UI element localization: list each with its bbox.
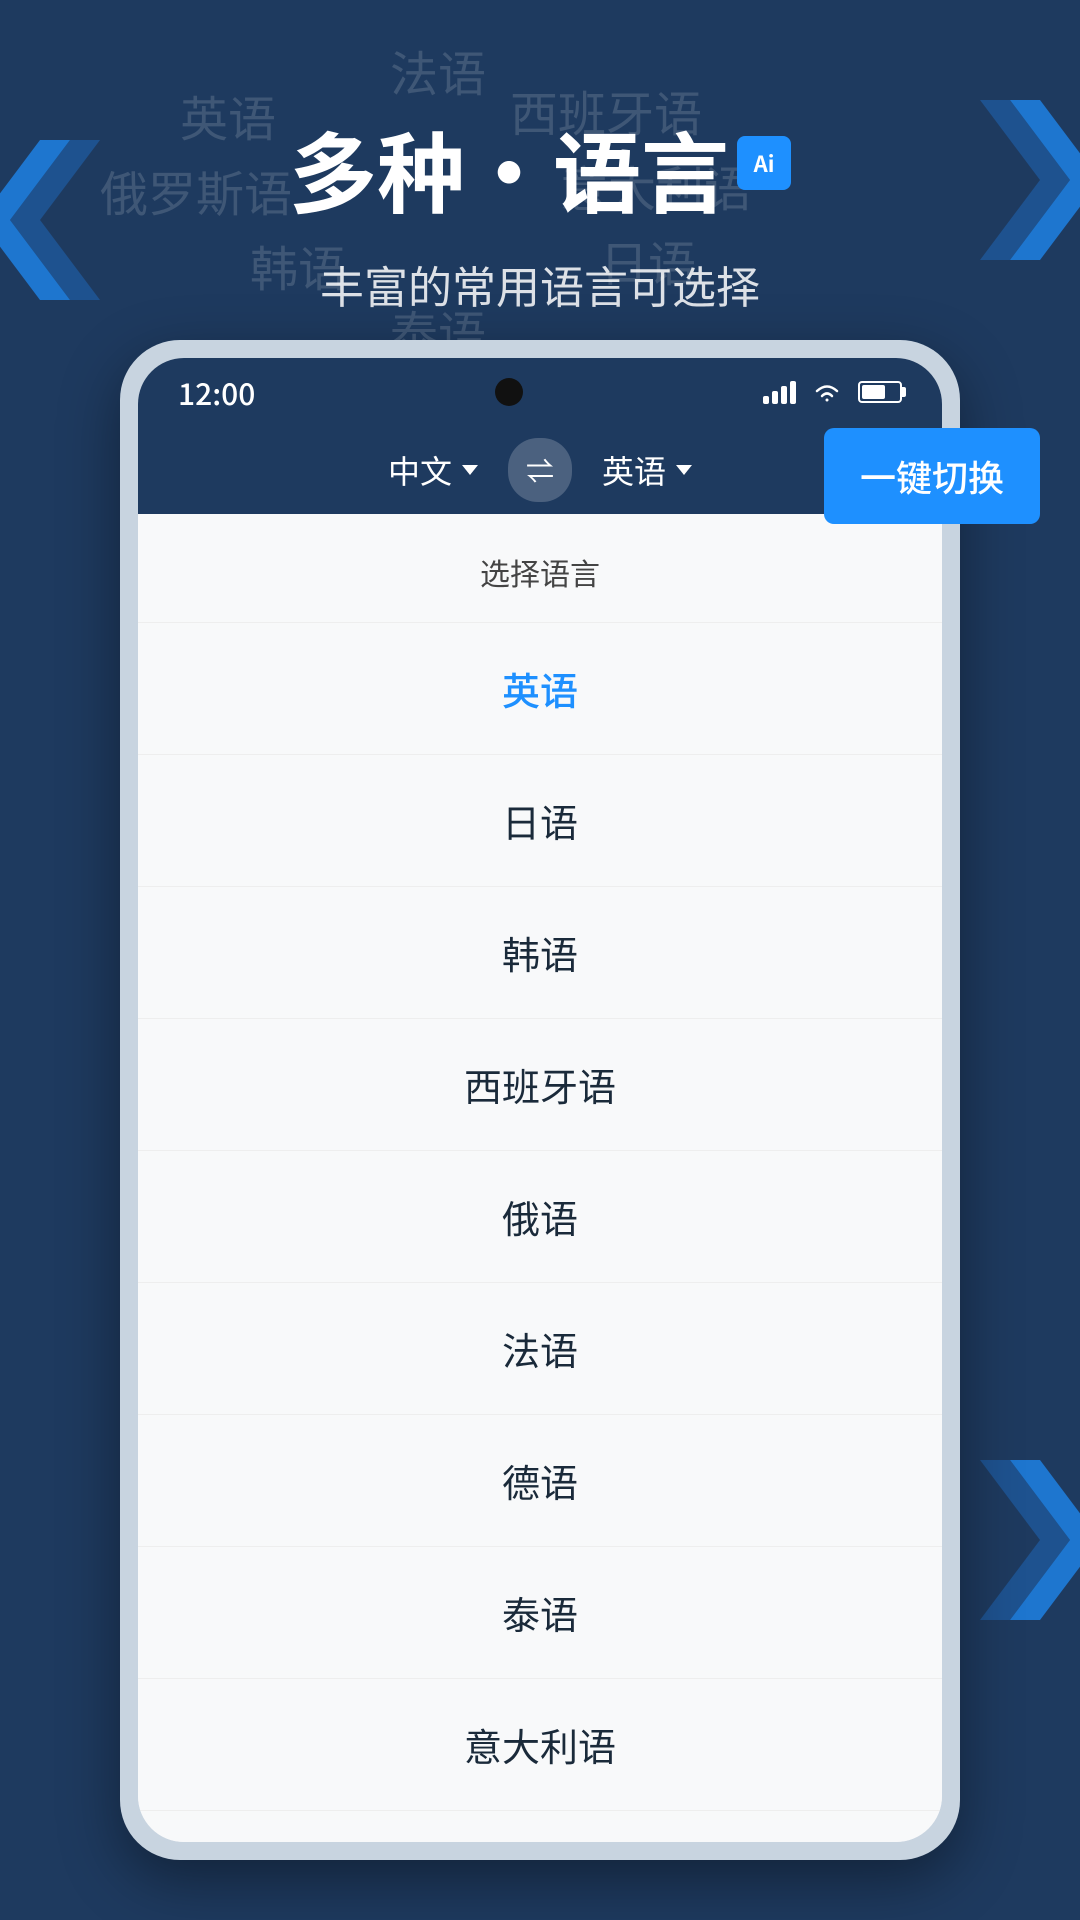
title-cube-icon: Ai	[737, 136, 791, 190]
main-title-text: 多种·语言	[289, 105, 729, 232]
lang-item-russian[interactable]: 俄语	[138, 1151, 942, 1283]
phone-mockup: 12:00	[120, 340, 960, 1860]
lang-item-japanese[interactable]: 日语	[138, 755, 942, 887]
toolbar: 中文 ⇌ 英语	[138, 426, 942, 514]
lang-item-italian[interactable]: 意大利语	[138, 1679, 942, 1811]
lang-list-header: 选择语言	[138, 514, 942, 623]
source-lang-arrow	[462, 465, 478, 475]
header-section: 多种·语言 Ai 丰富的常用语言可选择	[0, 0, 1080, 360]
source-lang-label: 中文	[388, 447, 452, 493]
status-icons	[763, 380, 902, 404]
status-bar: 12:00	[138, 358, 942, 426]
target-lang-selector[interactable]: 英语	[602, 447, 692, 493]
lang-item-french[interactable]: 法语	[138, 1283, 942, 1415]
language-list: 选择语言 英语 日语 韩语 西班牙语 俄语 法语 德语 泰语 意大利语	[138, 514, 942, 1842]
signal-icon	[763, 380, 796, 404]
right-bottom-chevron-decoration	[960, 1440, 1080, 1640]
lang-item-english[interactable]: 英语	[138, 623, 942, 755]
target-lang-label: 英语	[602, 447, 666, 493]
wifi-icon	[812, 380, 842, 404]
main-title: 多种·语言 Ai	[289, 105, 791, 232]
target-lang-arrow	[676, 465, 692, 475]
swap-button[interactable]: ⇌	[508, 438, 572, 502]
subtitle: 丰富的常用语言可选择	[320, 252, 760, 316]
source-lang-selector[interactable]: 中文	[388, 447, 478, 493]
status-time: 12:00	[178, 370, 255, 414]
one-click-label: 一键切换	[860, 450, 1004, 502]
phone-screen: 12:00	[138, 358, 942, 1842]
camera-notch	[495, 378, 523, 406]
one-click-switch-button[interactable]: 一键切换	[824, 428, 1040, 524]
swap-icon: ⇌	[526, 450, 554, 490]
lang-item-korean[interactable]: 韩语	[138, 887, 942, 1019]
lang-item-spanish[interactable]: 西班牙语	[138, 1019, 942, 1151]
lang-item-thai[interactable]: 泰语	[138, 1547, 942, 1679]
lang-item-german[interactable]: 德语	[138, 1415, 942, 1547]
battery-icon	[858, 381, 902, 403]
